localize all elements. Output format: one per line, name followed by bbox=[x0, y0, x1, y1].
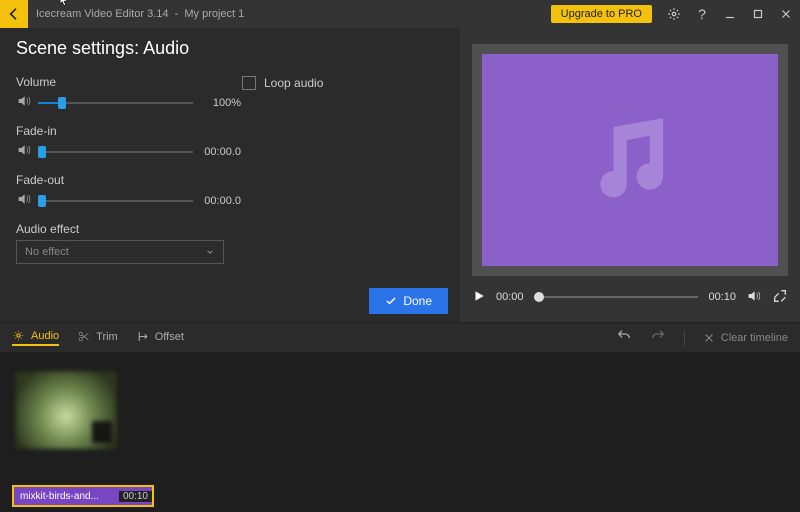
fadein-label: Fade-in bbox=[16, 124, 444, 138]
scissors-icon bbox=[77, 330, 90, 343]
effect-selected: No effect bbox=[25, 246, 69, 258]
minimize-icon bbox=[723, 7, 737, 21]
play-button[interactable] bbox=[472, 289, 486, 306]
mute-button[interactable] bbox=[746, 288, 762, 307]
check-icon bbox=[385, 295, 397, 307]
offset-icon bbox=[136, 330, 149, 343]
fadeout-value: 00:00.0 bbox=[199, 195, 241, 207]
gear-icon bbox=[667, 7, 681, 21]
fadeout-label: Fade-out bbox=[16, 173, 444, 187]
play-icon bbox=[472, 289, 486, 303]
close-button[interactable] bbox=[772, 0, 800, 28]
undo-button[interactable] bbox=[616, 328, 632, 347]
fullscreen-button[interactable] bbox=[772, 288, 788, 307]
clear-timeline-button[interactable]: Clear timeline bbox=[703, 332, 788, 344]
duration-time: 00:10 bbox=[708, 291, 736, 303]
player-controls: 00:00 00:10 bbox=[472, 282, 788, 312]
speaker-icon bbox=[16, 93, 32, 112]
tab-audio[interactable]: Audio bbox=[12, 329, 59, 346]
volume-label: Volume bbox=[16, 75, 444, 89]
loop-label: Loop audio bbox=[264, 76, 323, 90]
app-title: Icecream Video Editor 3.14 - My project … bbox=[36, 8, 244, 20]
effect-label: Audio effect bbox=[16, 222, 444, 236]
preview-panel: 00:00 00:10 bbox=[460, 28, 800, 322]
settings-panel: Scene settings: Audio Volume 100% Fade-i… bbox=[0, 28, 460, 322]
audio-clip-name: mixkit-birds-and... bbox=[14, 491, 119, 502]
maximize-button[interactable] bbox=[744, 0, 772, 28]
seek-bar[interactable] bbox=[534, 296, 699, 298]
speaker-icon bbox=[16, 191, 32, 210]
volume-value: 100% bbox=[199, 97, 241, 109]
arrow-left-icon bbox=[6, 6, 22, 22]
preview-area bbox=[472, 44, 788, 276]
volume-slider[interactable] bbox=[38, 96, 193, 110]
effect-select[interactable]: No effect bbox=[16, 240, 224, 264]
timeline[interactable]: mixkit-birds-and... 00:10 bbox=[0, 352, 800, 512]
cursor-icon bbox=[58, 0, 71, 6]
tool-tabs: Audio Trim Offset Clear timeline bbox=[0, 322, 800, 352]
done-button[interactable]: Done bbox=[369, 288, 448, 314]
music-note-icon bbox=[575, 105, 685, 215]
chevron-down-icon bbox=[205, 247, 215, 257]
fadein-value: 00:00.0 bbox=[199, 146, 241, 158]
maximize-icon bbox=[751, 7, 765, 21]
speaker-icon bbox=[16, 142, 32, 161]
redo-button[interactable] bbox=[650, 328, 666, 347]
loop-checkbox[interactable] bbox=[242, 76, 256, 90]
close-icon bbox=[703, 332, 715, 344]
close-icon bbox=[779, 7, 793, 21]
audio-clip[interactable]: mixkit-birds-and... 00:10 bbox=[12, 485, 154, 507]
tab-offset[interactable]: Offset bbox=[136, 330, 184, 345]
settings-button[interactable] bbox=[660, 0, 688, 28]
current-time: 00:00 bbox=[496, 291, 524, 303]
audio-clip-duration: 00:10 bbox=[119, 491, 152, 502]
titlebar: Icecream Video Editor 3.14 - My project … bbox=[0, 0, 800, 28]
expand-icon bbox=[772, 288, 788, 304]
help-button[interactable]: ? bbox=[688, 0, 716, 28]
upgrade-button[interactable]: Upgrade to PRO bbox=[551, 5, 652, 23]
page-title: Scene settings: Audio bbox=[16, 38, 444, 59]
minimize-button[interactable] bbox=[716, 0, 744, 28]
redo-icon bbox=[650, 328, 666, 344]
tab-trim[interactable]: Trim bbox=[77, 330, 118, 345]
fadeout-slider[interactable] bbox=[38, 194, 193, 208]
undo-icon bbox=[616, 328, 632, 344]
video-clip-thumbnail[interactable] bbox=[14, 370, 118, 450]
back-button[interactable] bbox=[0, 0, 28, 28]
speaker-icon bbox=[746, 288, 762, 304]
fadein-slider[interactable] bbox=[38, 145, 193, 159]
gear-icon bbox=[12, 329, 25, 342]
